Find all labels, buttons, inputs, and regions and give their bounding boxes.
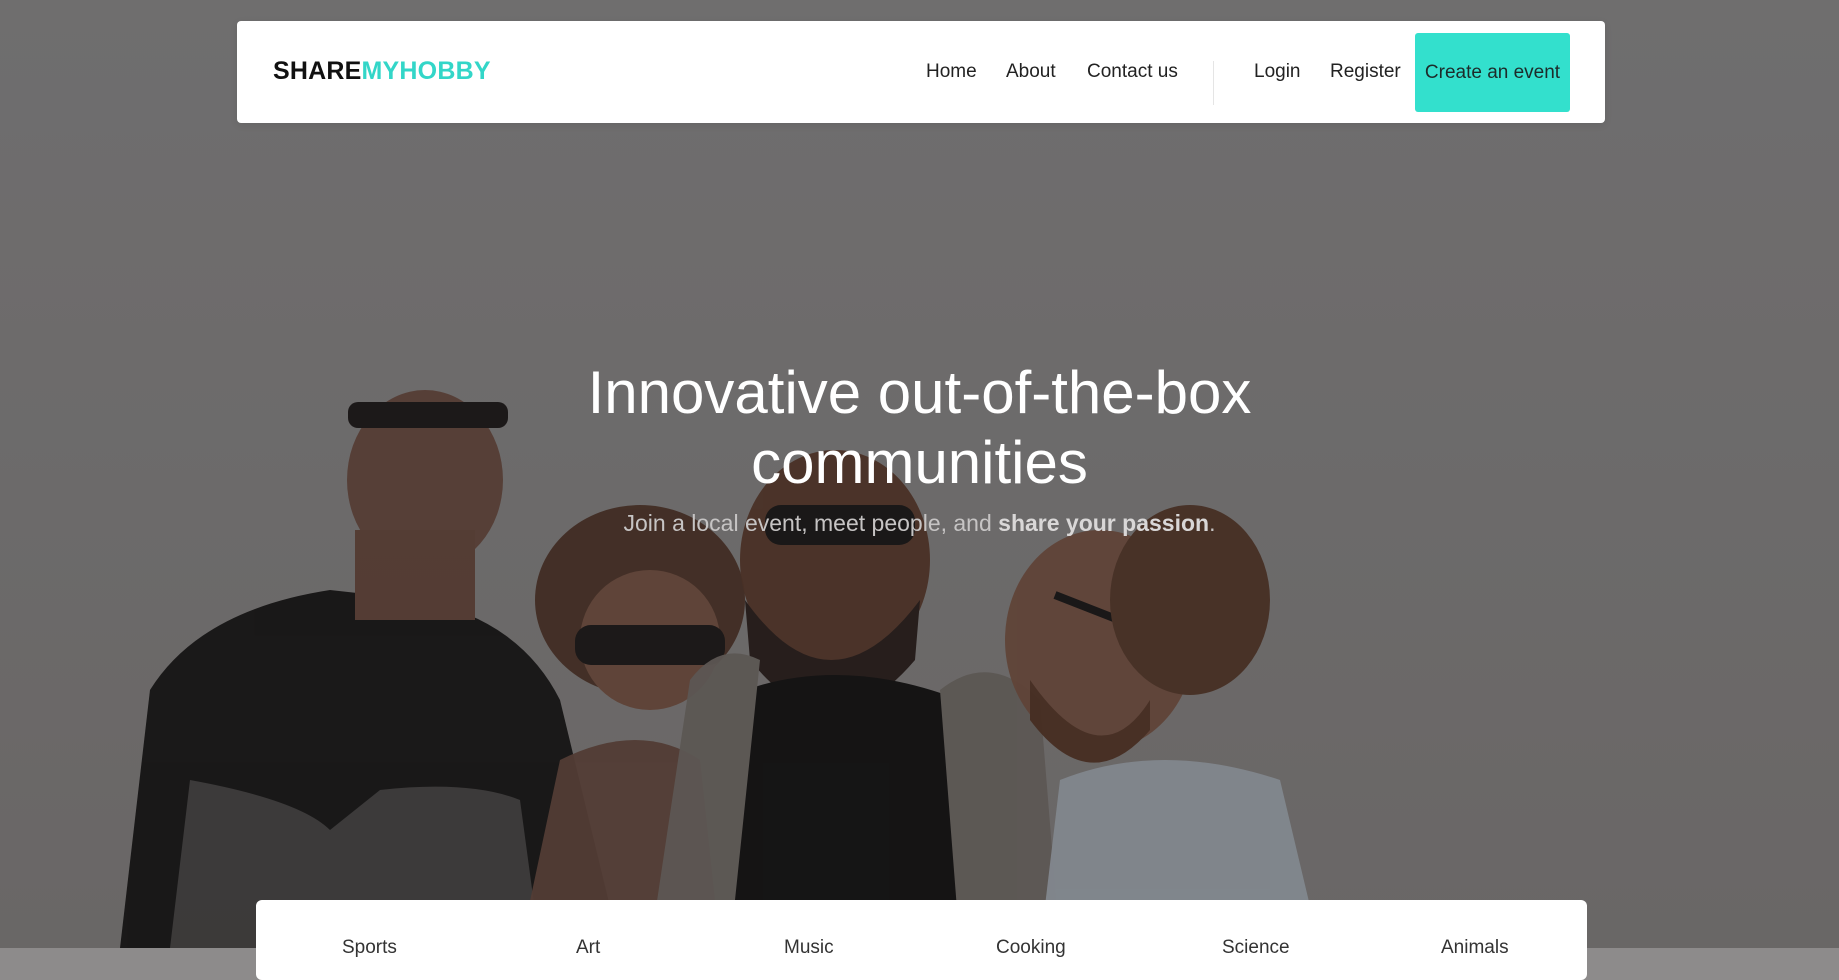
hero-title-line-2: communities — [751, 429, 1088, 496]
nav-divider — [1213, 61, 1214, 105]
nav-contact-link[interactable]: Contact us — [1087, 62, 1178, 81]
hero-subtitle: Join a local event, meet people, and sha… — [0, 509, 1839, 537]
nav-about-link[interactable]: About — [1006, 62, 1056, 81]
login-link[interactable]: Login — [1254, 62, 1301, 81]
category-panel: Sports Art Music Cooking Science Animals — [256, 900, 1587, 980]
nav-links: Home About Contact us Login Register Cre… — [237, 21, 1605, 123]
hero-subtitle-highlight: share your passion — [998, 510, 1210, 536]
hero-title: Innovative out-of-the-box communities — [0, 358, 1839, 498]
hero-title-line-1: Innovative out-of-the-box — [587, 359, 1252, 426]
hero-subtitle-text: Join a local event, meet people, and — [623, 510, 999, 536]
create-event-button[interactable]: Create an event — [1415, 33, 1570, 112]
top-navbar: SHAREMYHOBBY Home About Contact us Login… — [237, 21, 1605, 123]
nav-home-link[interactable]: Home — [926, 62, 977, 81]
register-link[interactable]: Register — [1330, 62, 1401, 81]
hero-subtitle-end: . — [1209, 510, 1216, 536]
